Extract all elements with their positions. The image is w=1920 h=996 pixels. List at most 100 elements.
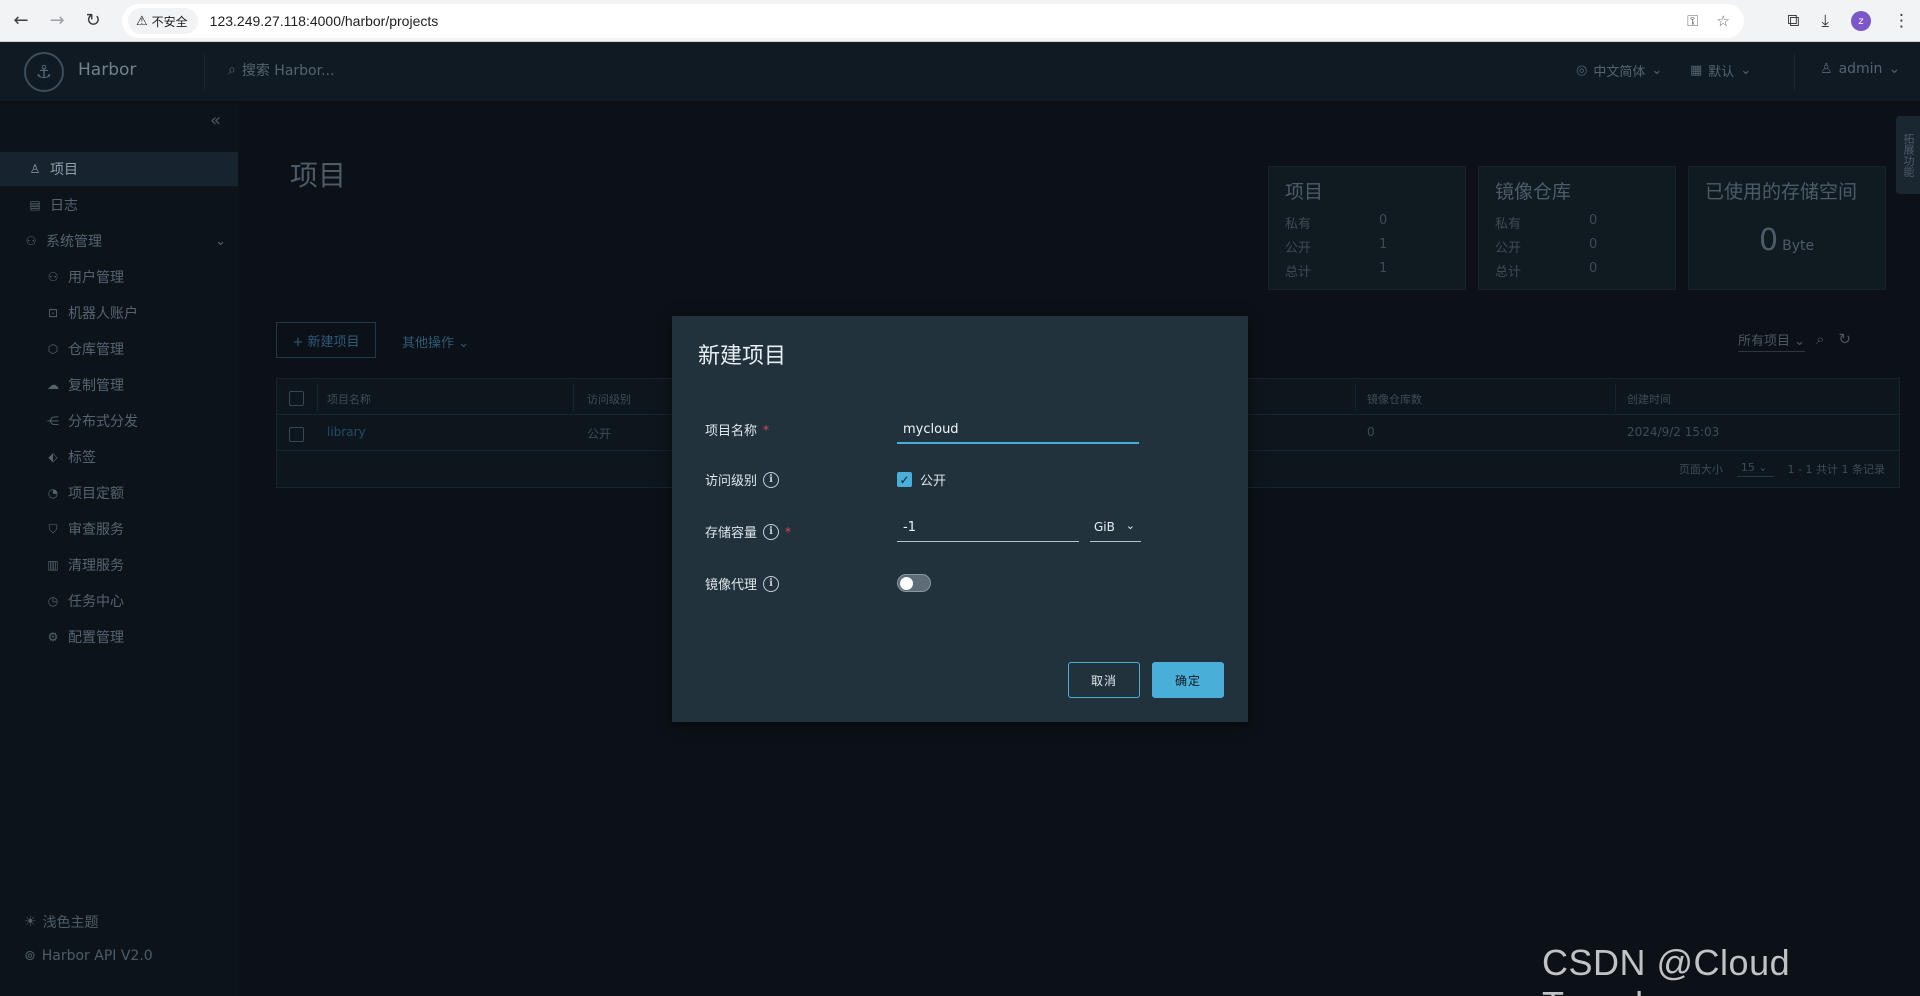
password-key-icon[interactable]: ⚿: [1687, 12, 1698, 30]
sidebar-item-scanners[interactable]: ⛉ 审查服务: [0, 512, 240, 546]
sidebar-item-quotas[interactable]: ◔ 项目定额: [0, 476, 240, 510]
sidebar-item-label: 日志: [50, 198, 78, 214]
sidebar-item-label: 项目定额: [68, 486, 124, 502]
menu-kebab-icon[interactable]: ⋮: [1893, 11, 1910, 31]
brand-name[interactable]: Harbor: [78, 60, 136, 80]
collapse-sidebar-icon[interactable]: «: [210, 110, 221, 131]
user-menu[interactable]: ♙ admin ⌄: [1820, 61, 1900, 77]
scanner-icon: ⛉: [48, 521, 58, 536]
column-separator: [1615, 383, 1616, 411]
storage-quota-label: 存储容量 i *: [705, 522, 791, 541]
row-label: 私有: [1495, 217, 1522, 232]
row-label: 公开: [1285, 241, 1312, 256]
chevron-down-icon: ⌄: [1125, 519, 1135, 532]
more-actions-dropdown[interactable]: 其他操作 ⌄: [402, 332, 469, 351]
project-filter-dropdown[interactable]: 所有项目 ⌄: [1738, 330, 1806, 352]
quota-icon: ◔: [47, 486, 59, 500]
sidebar-item-label: 系统管理: [46, 234, 102, 250]
harbor-logo-icon[interactable]: ⚓: [24, 52, 64, 92]
global-search-input[interactable]: ⌕ 搜索 Harbor...: [228, 60, 334, 80]
storage-unit: Byte: [1782, 238, 1815, 254]
row-label: 总计: [1495, 265, 1522, 280]
info-icon[interactable]: i: [763, 523, 780, 540]
required-marker: *: [785, 524, 792, 539]
download-icon[interactable]: ⤓: [1821, 11, 1829, 31]
page-size-select[interactable]: 15 ⌄: [1736, 461, 1774, 477]
app-header: ⚓ Harbor ⌕ 搜索 Harbor... ◎ 中文简体 ⌄ ▦ 默认 ⌄ …: [0, 42, 1920, 102]
sidebar-item-users[interactable]: ⚇ 用户管理: [0, 260, 240, 294]
row-label: 私有: [1285, 217, 1312, 232]
toggle-knob: [900, 577, 913, 590]
chevron-down-icon: ⌄: [215, 233, 226, 249]
extensions-side-tab[interactable]: 拓展功能: [1896, 116, 1920, 194]
project-name-link[interactable]: library: [327, 425, 366, 439]
table-footer: 页面大小 15 ⌄ 1 - 1 共计 1 条记录: [1679, 461, 1885, 477]
security-label: 不安全: [151, 14, 188, 29]
sidebar-item-projects[interactable]: ♙ 项目: [0, 152, 238, 186]
public-row: 公开 1: [1285, 237, 1405, 256]
robot-icon: ⊡: [47, 306, 59, 320]
admin-icon: ⚇: [25, 234, 37, 248]
info-icon[interactable]: i: [763, 471, 780, 488]
storage-unit-select[interactable]: GiB ⌄: [1090, 514, 1141, 542]
datetime-format-dropdown[interactable]: ▦ 默认 ⌄: [1690, 61, 1751, 80]
info-icon[interactable]: i: [763, 575, 780, 592]
column-header-access[interactable]: 访问级别: [587, 391, 631, 407]
sidebar-item-robots[interactable]: ⊡ 机器人账户: [0, 296, 240, 330]
user-icon: ♙: [1820, 61, 1833, 77]
row-checkbox[interactable]: [289, 427, 304, 442]
replication-icon: ☁: [47, 378, 59, 392]
sidebar-item-label: 配置管理: [68, 630, 124, 646]
search-icon[interactable]: ⌕: [1816, 330, 1824, 348]
sidebar-item-label: 分布式分发: [68, 414, 138, 430]
private-row: 私有 0: [1285, 213, 1405, 232]
column-header-created[interactable]: 创建时间: [1627, 391, 1671, 407]
dialog-title: 新建项目: [698, 344, 787, 369]
reload-icon[interactable]: ↻: [78, 6, 108, 36]
forward-icon[interactable]: →: [42, 6, 72, 36]
address-bar[interactable]: ⚠ 不安全 123.249.27.118:4000/harbor/project…: [122, 4, 1744, 38]
column-header-name[interactable]: 项目名称: [327, 391, 371, 407]
sidebar-item-logs[interactable]: ▤ 日志: [0, 188, 240, 222]
sidebar-item-jobs[interactable]: ◷ 任务中心: [0, 584, 240, 618]
harbor-api-link[interactable]: ⊚ Harbor API V2.0: [24, 948, 153, 964]
confirm-button[interactable]: 确定: [1152, 662, 1224, 698]
header-divider: [204, 54, 205, 90]
extensions-icon[interactable]: ⧉: [1787, 11, 1799, 31]
projects-summary-card: 项目 私有 0 公开 1 总计 1: [1268, 166, 1466, 290]
sidebar-item-labels[interactable]: ⬖ 标签: [0, 440, 240, 474]
field-label: 项目名称: [705, 424, 758, 439]
sidebar-item-replications[interactable]: ☁ 复制管理: [0, 368, 240, 402]
theme-toggle-label: 浅色主题: [42, 915, 99, 931]
sidebar-item-cleanup[interactable]: ▥ 清理服务: [0, 548, 240, 582]
language-label: 中文简体: [1593, 65, 1646, 80]
security-chip[interactable]: ⚠ 不安全: [128, 8, 198, 34]
globe-icon: ◎: [1576, 63, 1588, 78]
storage-quota-input[interactable]: [897, 514, 1079, 542]
more-actions-label: 其他操作: [402, 336, 455, 351]
column-header-repo-count[interactable]: 镜像仓库数: [1367, 391, 1422, 407]
back-icon[interactable]: ←: [6, 6, 36, 36]
proxy-cache-toggle[interactable]: [897, 574, 931, 592]
profile-avatar[interactable]: z: [1851, 11, 1871, 31]
light-theme-toggle[interactable]: ☀ 浅色主题: [24, 912, 99, 932]
sidebar-item-label: 项目: [50, 162, 78, 178]
url-text[interactable]: 123.249.27.118:4000/harbor/projects: [210, 13, 439, 29]
repo-count-cell: 0: [1367, 425, 1375, 439]
select-all-checkbox[interactable]: [289, 391, 304, 406]
sidebar-item-label: 任务中心: [68, 594, 124, 610]
config-icon: ⚙: [47, 630, 59, 644]
page-title: 项目: [290, 159, 347, 192]
bookmark-star-icon[interactable]: ☆: [1717, 12, 1730, 30]
sidebar-item-configuration[interactable]: ⚙ 配置管理: [0, 620, 240, 654]
public-checkbox[interactable]: ✓ 公开: [897, 470, 946, 489]
new-project-button[interactable]: + 新建项目: [276, 322, 376, 358]
project-name-input[interactable]: [897, 416, 1139, 444]
sidebar-item-admin[interactable]: ⚇ 系统管理 ⌄: [0, 224, 240, 258]
cancel-button[interactable]: 取消: [1068, 662, 1140, 698]
sidebar-item-distribution[interactable]: ⋲ 分布式分发: [0, 404, 240, 438]
sidebar-item-registries[interactable]: ⬡ 仓库管理: [0, 332, 240, 366]
language-dropdown[interactable]: ◎ 中文简体 ⌄: [1576, 61, 1662, 80]
sidebar-item-label: 清理服务: [68, 558, 124, 574]
refresh-icon[interactable]: ↻: [1838, 330, 1851, 348]
